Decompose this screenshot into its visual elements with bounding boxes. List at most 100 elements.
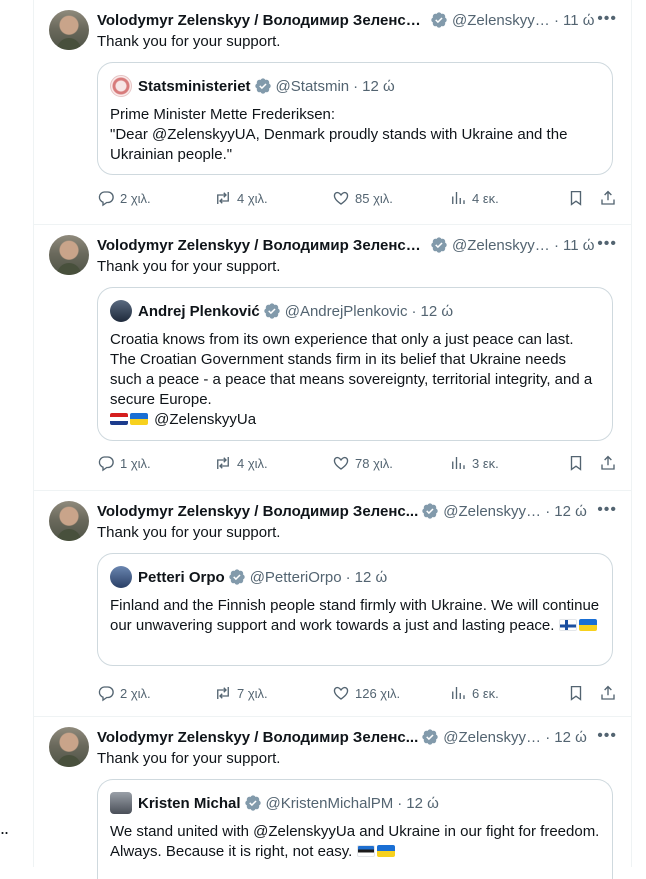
tweet-text: Thank you for your support. [97, 258, 281, 275]
tweet-text: Thank you for your support. [97, 750, 281, 767]
like-icon [333, 191, 349, 205]
tweet[interactable]: Volodymyr Zelenskyy / Володимир Зеленс..… [34, 717, 631, 879]
timestamp[interactable]: 11 ώ [563, 12, 594, 29]
ukraine-flag-icon [130, 413, 148, 425]
quote-author-handle[interactable]: @KristenMichalPM [266, 795, 394, 812]
reply-count: 2 χιλ. [120, 685, 151, 701]
bookmark-button[interactable] [567, 454, 585, 472]
author-name[interactable]: Volodymyr Zelenskyy / Володимир Зеленс..… [97, 503, 418, 520]
like-icon [333, 686, 349, 700]
reply-icon [98, 456, 114, 472]
share-icon [601, 190, 615, 205]
repost-icon [217, 687, 229, 699]
quote-author-name[interactable]: Petteri Orpo [138, 569, 225, 586]
repost-button[interactable]: 4 χιλ. [214, 454, 268, 472]
tweet-header: Volodymyr Zelenskyy / Володимир Зеленс..… [97, 727, 617, 747]
author-handle[interactable]: @ZelenskyyUa [443, 503, 541, 520]
share-button[interactable] [599, 454, 617, 472]
action-bar: 1 χιλ. 4 χιλ. 78 χιλ. 3 εκ. [97, 453, 617, 473]
action-bar: 2 χιλ. 7 χιλ. 126 χιλ. 6 εκ. [97, 683, 617, 703]
share-button[interactable] [599, 684, 617, 702]
timestamp[interactable]: 11 ώ [563, 237, 594, 254]
more-icon[interactable]: ••• [597, 727, 617, 745]
quote-avatar[interactable] [110, 792, 132, 814]
more-icon[interactable]: ••• [597, 501, 617, 519]
views-button[interactable]: 4 εκ. [449, 189, 499, 207]
quote-header: Statsministeriet @Statsmin · 12 ώ [110, 75, 600, 97]
tweet-header: Volodymyr Zelenskyy / Володимир Зеленс..… [97, 501, 617, 521]
author-name[interactable]: Volodymyr Zelenskyy / Володимир Зеленсь.… [97, 12, 427, 29]
quote-timestamp[interactable]: 12 ώ [406, 795, 439, 812]
quote-line: Croatia knows from its own experience th… [110, 331, 593, 408]
verified-badge-icon [264, 303, 280, 319]
avatar[interactable] [49, 10, 89, 50]
quoted-tweet[interactable]: Petteri Orpo @PetteriOrpo · 12 ώ Finland… [97, 553, 613, 666]
views-button[interactable]: 6 εκ. [449, 684, 499, 702]
quoted-tweet[interactable]: Andrej Plenković @AndrejPlenkovic · 12 ώ… [97, 287, 613, 441]
quote-line: We stand united with @ZelenskyyUa and Uk… [110, 823, 600, 860]
quoted-tweet[interactable]: Statsministeriet @Statsmin · 12 ώ Prime … [97, 62, 613, 175]
action-bar: 2 χιλ. 4 χιλ. 85 χιλ. 4 εκ. [97, 188, 617, 208]
mention[interactable]: @ZelenskyyUa [154, 411, 256, 428]
quote-timestamp[interactable]: 12 ώ [421, 303, 454, 320]
quote-author-name[interactable]: Statsministeriet [138, 78, 251, 95]
author-handle[interactable]: @ZelenskyyUa [443, 729, 541, 746]
quote-header: Andrej Plenković @AndrejPlenkovic · 12 ώ [110, 300, 600, 322]
estonia-flag-icon [356, 845, 375, 857]
author-handle[interactable]: @ZelenskyyUa [452, 12, 550, 29]
quote-avatar[interactable] [110, 75, 132, 97]
separator-dot: · [554, 11, 559, 29]
stray-dots: .. [0, 818, 9, 838]
author-name[interactable]: Volodymyr Zelenskyy / Володимир Зеленс..… [97, 729, 418, 746]
like-button[interactable]: 78 χιλ. [332, 454, 393, 472]
like-count: 85 χιλ. [355, 190, 393, 206]
like-button[interactable]: 85 χιλ. [332, 189, 393, 207]
quote-text: Prime Minister Mette Frederiksen: "Dear … [110, 105, 600, 165]
quote-author-handle[interactable]: @Statsmin [276, 78, 350, 95]
quote-header: Kristen Michal @KristenMichalPM · 12 ώ [110, 792, 600, 814]
reply-icon [98, 191, 114, 207]
verified-badge-icon [431, 12, 447, 28]
croatia-flag-icon [110, 413, 128, 425]
quote-timestamp[interactable]: 12 ώ [362, 78, 395, 95]
avatar[interactable] [49, 501, 89, 541]
reply-button[interactable]: 2 χιλ. [97, 189, 151, 207]
quote-author-name[interactable]: Andrej Plenković [138, 303, 260, 320]
reply-button[interactable]: 2 χιλ. [97, 684, 151, 702]
quote-line: Finland and the Finnish people stand fir… [110, 597, 600, 634]
repost-count: 4 χιλ. [237, 455, 268, 471]
quote-line: Prime Minister Mette Frederiksen: [110, 106, 336, 123]
quote-author-handle[interactable]: @PetteriOrpo [250, 569, 342, 586]
more-icon[interactable]: ••• [597, 235, 617, 253]
reply-button[interactable]: 1 χιλ. [97, 454, 151, 472]
bookmark-button[interactable] [567, 189, 585, 207]
author-name[interactable]: Volodymyr Zelenskyy / Володимир Зеленсь.… [97, 237, 427, 254]
ukraine-flag-icon [376, 845, 395, 857]
quote-timestamp[interactable]: 12 ώ [355, 569, 388, 586]
bookmark-icon [570, 190, 582, 206]
quoted-tweet[interactable]: Kristen Michal @KristenMichalPM · 12 ώ W… [97, 779, 613, 879]
tweet[interactable]: Volodymyr Zelenskyy / Володимир Зеленс..… [34, 491, 631, 717]
quote-author-handle[interactable]: @AndrejPlenkovic [285, 303, 408, 320]
more-icon[interactable]: ••• [597, 10, 617, 28]
quote-header: Petteri Orpo @PetteriOrpo · 12 ώ [110, 566, 600, 588]
like-button[interactable]: 126 χιλ. [332, 684, 400, 702]
timestamp[interactable]: 12 ώ [554, 503, 587, 520]
quote-line: "Dear @ZelenskyyUA, Denmark proudly stan… [110, 126, 568, 163]
reply-icon [98, 686, 114, 702]
share-button[interactable] [599, 189, 617, 207]
repost-button[interactable]: 7 χιλ. [214, 684, 268, 702]
quote-avatar[interactable] [110, 566, 132, 588]
quote-author-name[interactable]: Kristen Michal [138, 795, 241, 812]
views-button[interactable]: 3 εκ. [449, 454, 499, 472]
timestamp[interactable]: 12 ώ [554, 729, 587, 746]
avatar[interactable] [49, 727, 89, 767]
bookmark-button[interactable] [567, 684, 585, 702]
separator-dot: · [545, 728, 551, 746]
repost-button[interactable]: 4 χιλ. [214, 189, 268, 207]
quote-avatar[interactable] [110, 300, 132, 322]
author-handle[interactable]: @ZelenskyyUa [452, 237, 550, 254]
avatar[interactable] [49, 235, 89, 275]
tweet[interactable]: Volodymyr Zelenskyy / Володимир Зеленсь.… [34, 225, 631, 491]
tweet[interactable]: Volodymyr Zelenskyy / Володимир Зеленсь.… [34, 0, 631, 225]
